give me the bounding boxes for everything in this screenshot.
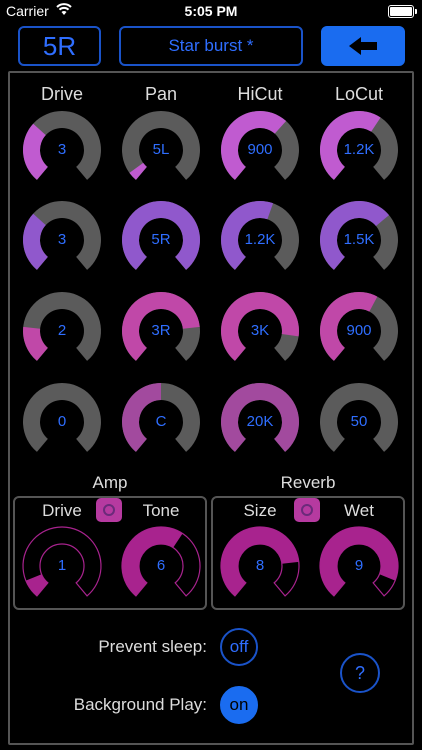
knob-value: 3R [151,322,171,339]
reverb-enable-toggle[interactable] [294,498,320,522]
background-play-label: Background Play: [73,695,207,714]
knob-value: 0 [57,413,67,430]
knob-value: 3K [250,322,270,339]
knob-value: 50 [350,413,368,430]
knob-value: 5R [151,231,171,248]
knob-value: C [155,413,167,430]
background-play-toggle[interactable]: on [220,686,258,724]
prevent-sleep-toggle[interactable]: off [220,628,258,666]
help-button[interactable]: ? [340,653,380,693]
knob-value: 3 [57,141,67,158]
amp-enable-toggle[interactable] [96,498,122,522]
prevent-sleep-label: Prevent sleep: [98,637,207,656]
knob-value: 900 [346,322,372,339]
amp-drive-label: Drive [42,501,82,520]
amp-title: Amp [92,473,128,492]
knob-value: 2 [57,322,67,339]
reverb-title: Reverb [280,473,336,492]
reverb-size-value: 8 [255,557,265,574]
knob-value: 5L [152,141,170,158]
knob-value: 20K [246,413,274,430]
amp-tone-value: 6 [156,557,166,574]
knob-grid [22,110,399,597]
power-icon [103,504,115,516]
amp-tone-label: Tone [142,501,180,520]
power-icon [301,504,313,516]
reverb-size-label: Size [243,501,277,520]
knob-value: 1.2K [244,231,276,248]
knob-value: 3 [57,231,67,248]
reverb-wet-label: Wet [344,501,374,520]
knob-value: 900 [247,141,273,158]
amp-drive-value: 1 [57,557,67,574]
knob-value: 1.5K [343,231,375,248]
knob-value: 1.2K [343,141,375,158]
reverb-wet-value: 9 [354,557,364,574]
